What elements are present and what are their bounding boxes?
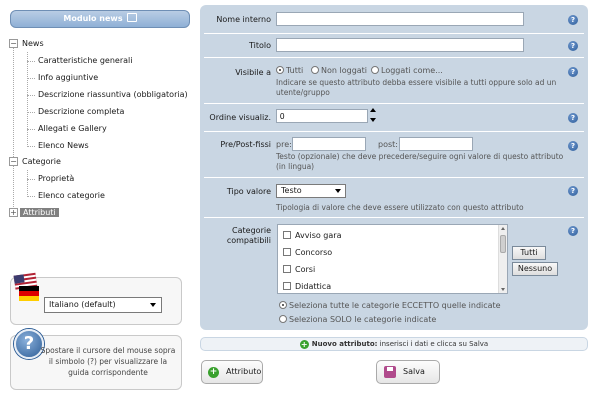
list-item-label: Didattica (295, 282, 332, 291)
help-nome-interno-icon[interactable]: ? (568, 15, 578, 25)
help-visibile-icon[interactable]: ? (568, 67, 578, 77)
expand-attributi-icon[interactable]: + (9, 208, 18, 217)
ordine-label: Ordine visualiz. (209, 113, 271, 122)
save-label: Salva (403, 367, 425, 376)
add-attributo-button[interactable]: + Attributo (201, 360, 263, 384)
module-title: Modulo news (63, 14, 123, 23)
radio-icon (279, 301, 287, 309)
pre-input[interactable] (292, 137, 366, 151)
chevron-down-icon (150, 303, 156, 307)
tree-item-allegati[interactable]: Allegati e Gallery (38, 124, 107, 133)
categorie-listbox[interactable]: Avviso gara Concorso Corsi Didattica (277, 224, 508, 294)
list-item-label: Concorso (295, 248, 333, 257)
prepost-label: Pre/Post-fissi (220, 140, 271, 149)
ordine-stepper[interactable] (370, 108, 376, 126)
collapse-categorie-icon[interactable]: − (9, 157, 18, 166)
book-icon (126, 13, 137, 22)
mode-except-radio[interactable]: Seleziona tutte le categorie ECCETTO que… (279, 301, 501, 310)
module-header: Modulo news (10, 10, 190, 28)
prepost-hint: Testo (opzionale) che deve precedere/seg… (276, 152, 564, 171)
help-text: Spostare il cursore del mouse sopra il s… (40, 346, 176, 377)
tree-item-elenco-categorie[interactable]: Elenco categorie (38, 191, 105, 200)
visibile-loggati-label: Loggati come... (381, 66, 443, 75)
select-none-button[interactable]: Nessuno (512, 262, 558, 276)
list-item-label: Corsi (295, 265, 316, 274)
tree-node-attributi[interactable]: Attributi (20, 208, 59, 217)
tipo-label: Tipo valore (226, 187, 271, 196)
help-ordine-icon[interactable]: ? (568, 113, 578, 123)
list-item[interactable]: Avviso gara (283, 231, 341, 240)
arrow-up-icon[interactable] (370, 108, 376, 112)
visibile-non-loggati-label: Non loggati (321, 66, 368, 75)
scroll-down-icon[interactable] (501, 288, 505, 291)
notice-text: inserisci i dati e clicca su Salva (377, 340, 489, 348)
checkbox-icon[interactable] (283, 231, 291, 239)
tipo-hint: Tipologia di valore che deve essere util… (276, 203, 524, 212)
flag-icon (13, 272, 39, 301)
radio-icon (276, 66, 284, 74)
pre-label: pre: (276, 140, 292, 149)
notice-title: Nuovo attributo: (311, 340, 378, 348)
add-attributo-label: Attributo (226, 367, 262, 376)
status-notice: + Nuovo attributo: inserisci i dati e cli… (200, 337, 588, 351)
add-icon: + (208, 367, 219, 378)
tipo-selected: Testo (281, 186, 302, 195)
visibile-loggati-radio[interactable]: Loggati come... (371, 66, 443, 75)
help-categorie-icon[interactable]: ? (568, 226, 578, 236)
mode-only-radio[interactable]: Seleziona SOLO le categorie indicate (279, 315, 436, 324)
language-selected: Italiano (default) (49, 300, 116, 309)
language-select[interactable]: Italiano (default) (44, 297, 162, 313)
tree-item-elenco-news[interactable]: Elenco News (38, 141, 89, 150)
chevron-down-icon (335, 189, 341, 193)
select-all-button[interactable]: Tutti (512, 246, 546, 260)
visibile-hint: Indicare se questo attributo debba esser… (276, 78, 557, 97)
titolo-label: Titolo (248, 41, 271, 50)
categorie-label-line1: Categorie (232, 226, 271, 235)
visibile-label: Visibile a (235, 68, 271, 77)
help-prepost-icon[interactable]: ? (568, 141, 578, 151)
scroll-thumb[interactable] (500, 235, 506, 253)
titolo-input[interactable] (276, 38, 524, 52)
sidebar-tree: − News Caratteristiche generali Info agg… (0, 30, 195, 230)
scroll-up-icon[interactable] (501, 227, 505, 230)
help-tipo-icon[interactable]: ? (568, 186, 578, 196)
ordine-input[interactable] (276, 109, 368, 123)
mode-only-label: Seleziona SOLO le categorie indicate (289, 315, 437, 324)
list-item[interactable]: Didattica (283, 282, 331, 291)
tree-item-info[interactable]: Info aggiuntive (38, 73, 98, 82)
tree-node-news[interactable]: News (22, 39, 44, 48)
plus-icon: + (299, 340, 309, 349)
tree-node-categorie[interactable]: Categorie (22, 157, 61, 166)
tree-item-caratteristiche[interactable]: Caratteristiche generali (38, 56, 132, 65)
collapse-news-icon[interactable]: − (9, 39, 18, 48)
radio-icon (311, 66, 319, 74)
list-item-label: Avviso gara (295, 231, 342, 240)
tree-item-proprieta[interactable]: Proprietà (38, 174, 74, 183)
list-item[interactable]: Concorso (283, 248, 332, 257)
radio-icon (279, 315, 287, 323)
post-input[interactable] (399, 137, 473, 151)
radio-icon (371, 66, 379, 74)
nome-interno-input[interactable] (276, 12, 524, 26)
list-item[interactable]: Corsi (283, 265, 315, 274)
tree-item-descrizione-riassuntiva[interactable]: Descrizione riassuntiva (obbligatoria) (38, 90, 188, 99)
tipo-select[interactable]: Testo (276, 184, 346, 198)
visibile-tutti-label: Tutti (286, 66, 304, 75)
checkbox-icon[interactable] (283, 265, 291, 273)
visibile-non-loggati-radio[interactable]: Non loggati (311, 66, 367, 75)
help-titolo-icon[interactable]: ? (568, 41, 578, 51)
categorie-label: Categorie compatibili (227, 226, 271, 246)
post-label: post: (378, 140, 398, 149)
listbox-scrollbar[interactable] (498, 225, 507, 293)
nome-interno-label: Nome interno (216, 15, 271, 24)
tree-item-descrizione-completa[interactable]: Descrizione completa (38, 107, 124, 116)
visibile-tutti-radio[interactable]: Tutti (276, 66, 303, 75)
save-icon (384, 366, 396, 378)
checkbox-icon[interactable] (283, 282, 291, 290)
categorie-label-line2: compatibili (226, 236, 271, 245)
arrow-down-icon[interactable] (370, 118, 376, 122)
save-button[interactable]: Salva (376, 360, 440, 384)
mode-except-label: Seleziona tutte le categorie ECCETTO que… (289, 301, 501, 310)
checkbox-icon[interactable] (283, 248, 291, 256)
